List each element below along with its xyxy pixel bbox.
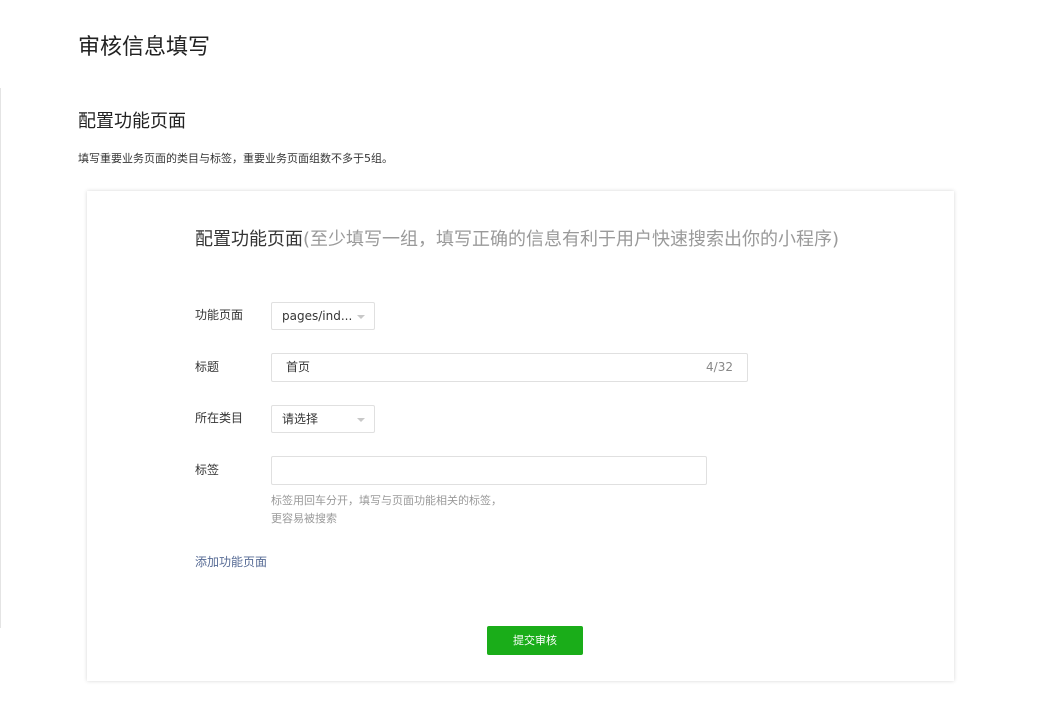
section-title: 配置功能页面 [78, 111, 186, 132]
page-select[interactable]: pages/ind... [271, 302, 375, 330]
card-heading-title: 配置功能页面 [195, 229, 303, 250]
category-select-value: 请选择 [282, 412, 319, 426]
submit-review-button[interactable]: 提交审核 [487, 626, 583, 655]
title-input[interactable]: 首页 4/32 [271, 353, 748, 382]
title-char-counter: 4/32 [706, 360, 733, 374]
title-input-value: 首页 [286, 360, 311, 374]
add-function-page-link[interactable]: 添加功能页面 [195, 553, 267, 571]
page-select-value: pages/ind... [282, 309, 353, 323]
tags-input[interactable] [271, 456, 707, 485]
tags-help-line: 标签用回车分开，填写与页面功能相关的标签， [271, 494, 502, 507]
page-title: 审核信息填写 [78, 35, 211, 60]
tags-help-text: 标签用回车分开，填写与页面功能相关的标签， 更容易被搜索 [271, 492, 502, 528]
left-sidebar-edge [0, 88, 1, 628]
card-heading-hint: (至少填写一组，填写正确的信息有利于用户快速搜索出你的小程序) [303, 229, 840, 250]
title-field-label: 标题 [195, 360, 220, 374]
function-page-card: 配置功能页面(至少填写一组，填写正确的信息有利于用户快速搜索出你的小程序) 功能… [87, 191, 954, 681]
tags-help-line: 更容易被搜索 [271, 512, 337, 525]
caret-down-icon [357, 418, 365, 422]
page-field-label: 功能页面 [195, 308, 244, 322]
category-field-label: 所在类目 [195, 411, 244, 425]
card-heading: 配置功能页面(至少填写一组，填写正确的信息有利于用户快速搜索出你的小程序) [195, 226, 839, 254]
caret-down-icon [357, 315, 365, 319]
section-description: 填写重要业务页面的类目与标签，重要业务页面组数不多于5组。 [78, 152, 393, 165]
tags-field-label: 标签 [195, 463, 220, 477]
category-select[interactable]: 请选择 [271, 405, 375, 433]
